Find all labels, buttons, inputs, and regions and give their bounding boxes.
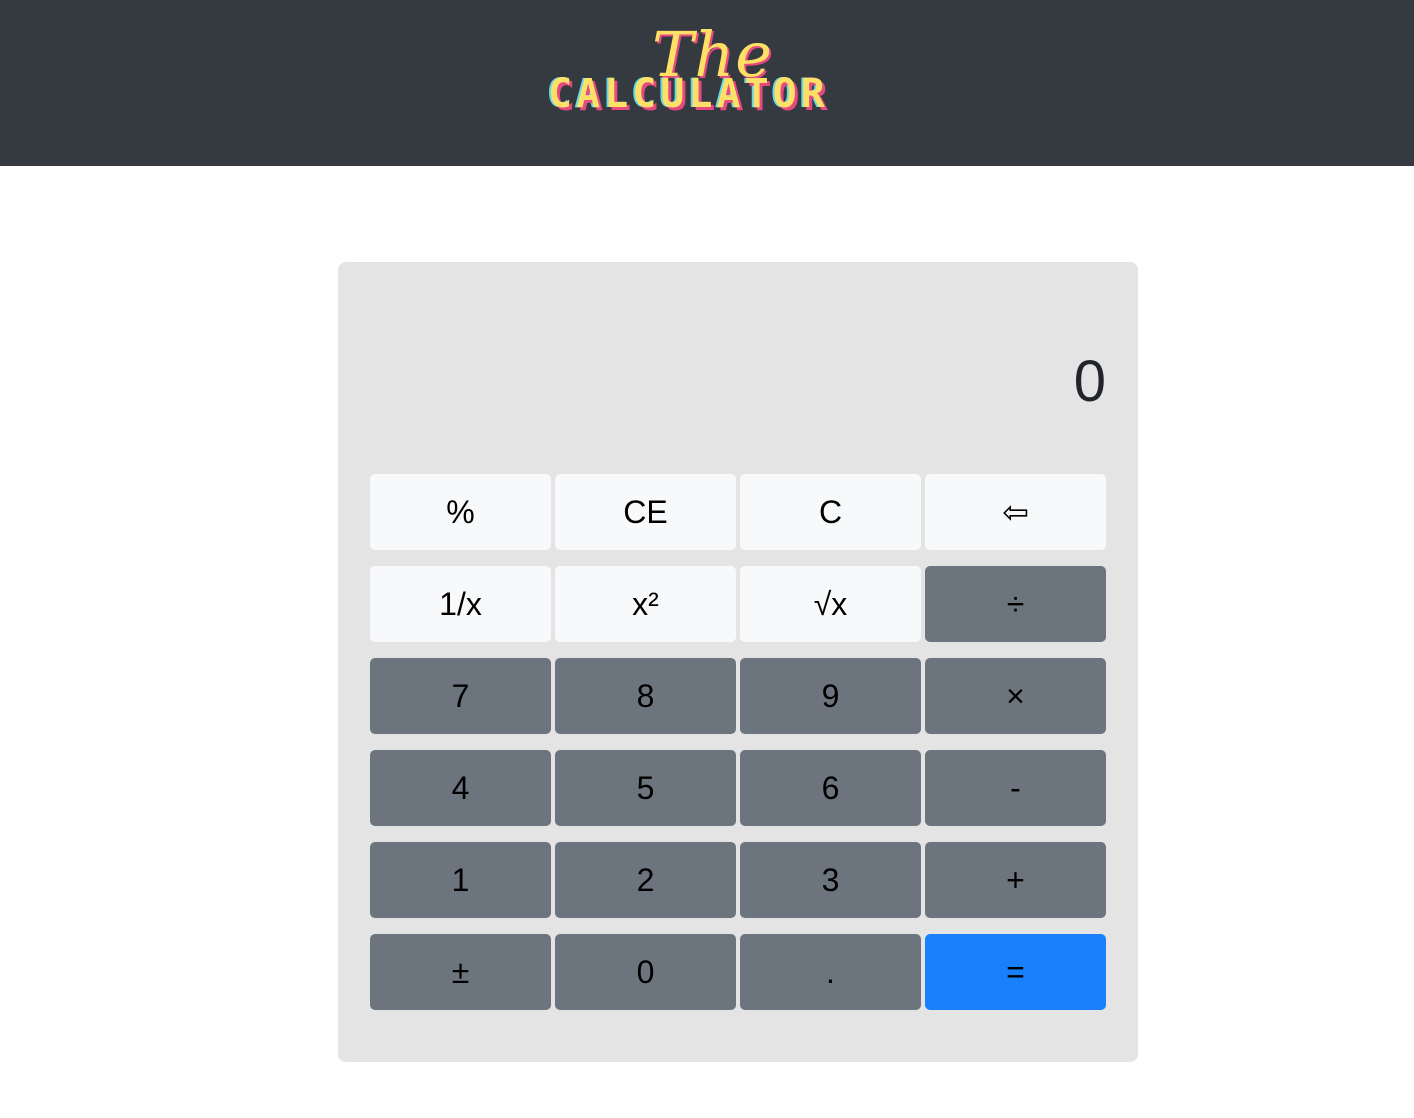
digit-7-button[interactable]: 7 xyxy=(370,658,551,734)
square-root-button[interactable]: √x xyxy=(740,566,921,642)
divide-button[interactable]: ÷ xyxy=(925,566,1106,642)
logo-main-text: CALCULATOR xyxy=(548,71,829,117)
clear-button[interactable]: C xyxy=(740,474,921,550)
digit-3-button[interactable]: 3 xyxy=(740,842,921,918)
digit-9-button[interactable]: 9 xyxy=(740,658,921,734)
digit-4-button[interactable]: 4 xyxy=(370,750,551,826)
calculator-display: 0 xyxy=(1073,349,1106,414)
digit-6-button[interactable]: 6 xyxy=(740,750,921,826)
digit-8-button[interactable]: 8 xyxy=(555,658,736,734)
backspace-button[interactable]: ⇦ xyxy=(925,474,1106,550)
digit-2-button[interactable]: 2 xyxy=(555,842,736,918)
decimal-point-button[interactable]: . xyxy=(740,934,921,1010)
square-button[interactable]: x² xyxy=(555,566,736,642)
keypad: % CE C ⇦ 1/x x² √x ÷ 7 8 9 × 4 5 6 - 1 2… xyxy=(370,474,1106,1010)
clear-entry-button[interactable]: CE xyxy=(555,474,736,550)
percent-button[interactable]: % xyxy=(370,474,551,550)
calculator-panel: 0 % CE C ⇦ 1/x x² √x ÷ 7 8 9 × 4 5 6 - 1… xyxy=(338,262,1138,1062)
calculator-logo[interactable]: The CALCULATOR xyxy=(540,24,920,134)
subtract-button[interactable]: - xyxy=(925,750,1106,826)
equals-button[interactable]: = xyxy=(925,934,1106,1010)
top-navbar: The CALCULATOR xyxy=(0,0,1414,166)
negate-button[interactable]: ± xyxy=(370,934,551,1010)
digit-5-button[interactable]: 5 xyxy=(555,750,736,826)
digit-1-button[interactable]: 1 xyxy=(370,842,551,918)
add-button[interactable]: + xyxy=(925,842,1106,918)
reciprocal-button[interactable]: 1/x xyxy=(370,566,551,642)
digit-0-button[interactable]: 0 xyxy=(555,934,736,1010)
multiply-button[interactable]: × xyxy=(925,658,1106,734)
